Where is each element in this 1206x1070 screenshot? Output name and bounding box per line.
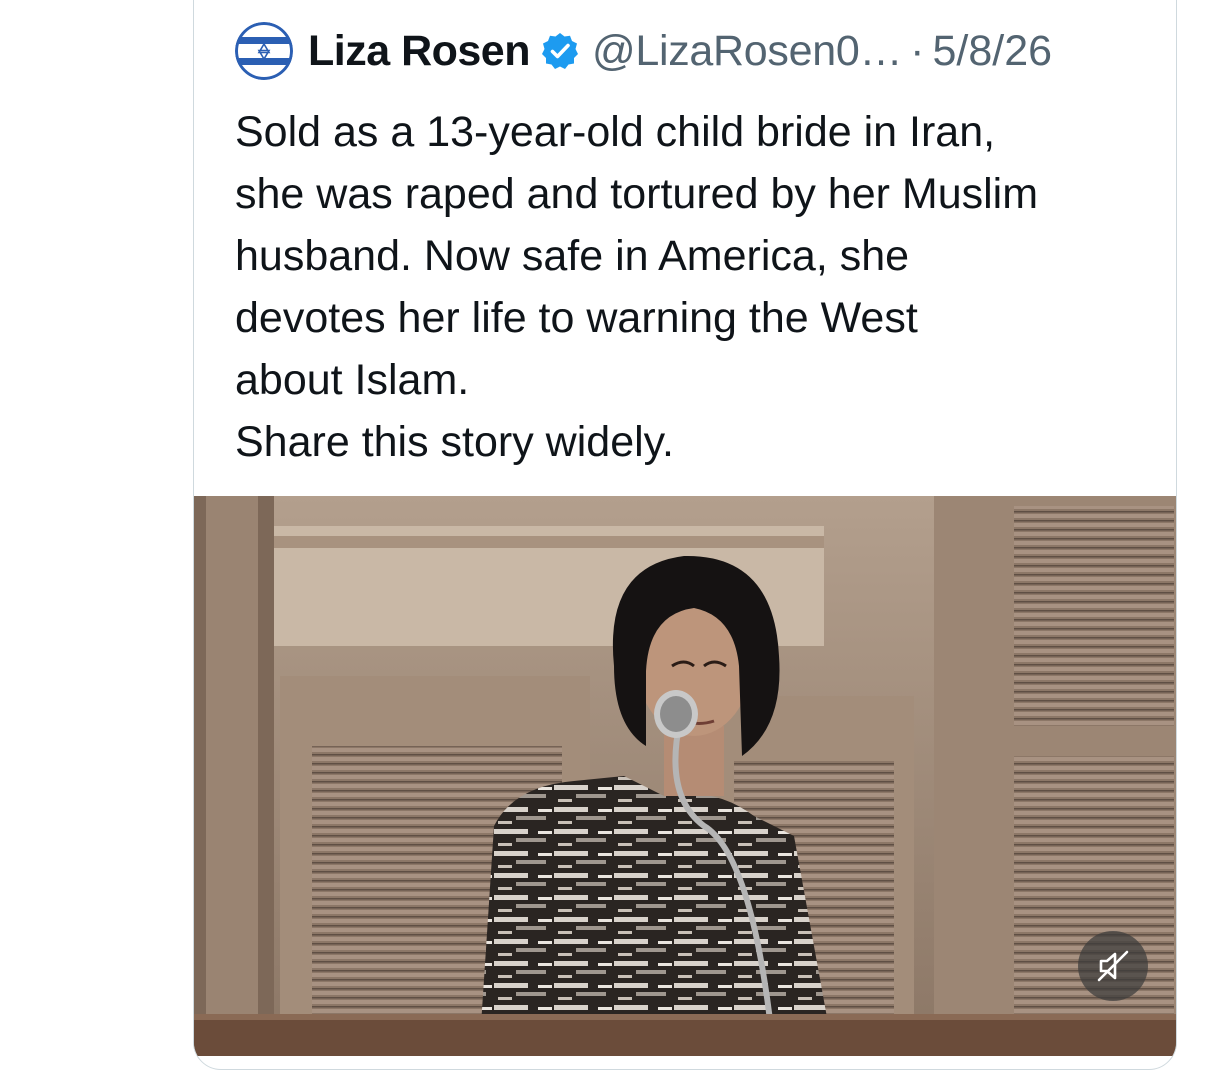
speaker-muted-icon [1097,950,1129,982]
tweet-date[interactable]: 5/8/26 [932,27,1052,76]
israel-flag-heart-icon[interactable] [235,22,293,80]
author-name[interactable]: Liza Rosen [308,27,531,76]
meta-separator: · [910,26,925,75]
mute-button[interactable] [1078,931,1148,1001]
author-handle[interactable]: @LizaRosen0… [592,27,902,76]
tweet-header: Liza Rosen @LizaRosen0… · 5/8/26 [235,22,1052,80]
verified-badge-icon [540,31,580,71]
video-frame [194,496,1176,1056]
tweet-card[interactable]: Liza Rosen @LizaRosen0… · 5/8/26 Sold as… [193,0,1177,1070]
tweet-text: Sold as a 13-year-old child bride in Ira… [235,108,1039,466]
video-player[interactable] [194,496,1176,1056]
